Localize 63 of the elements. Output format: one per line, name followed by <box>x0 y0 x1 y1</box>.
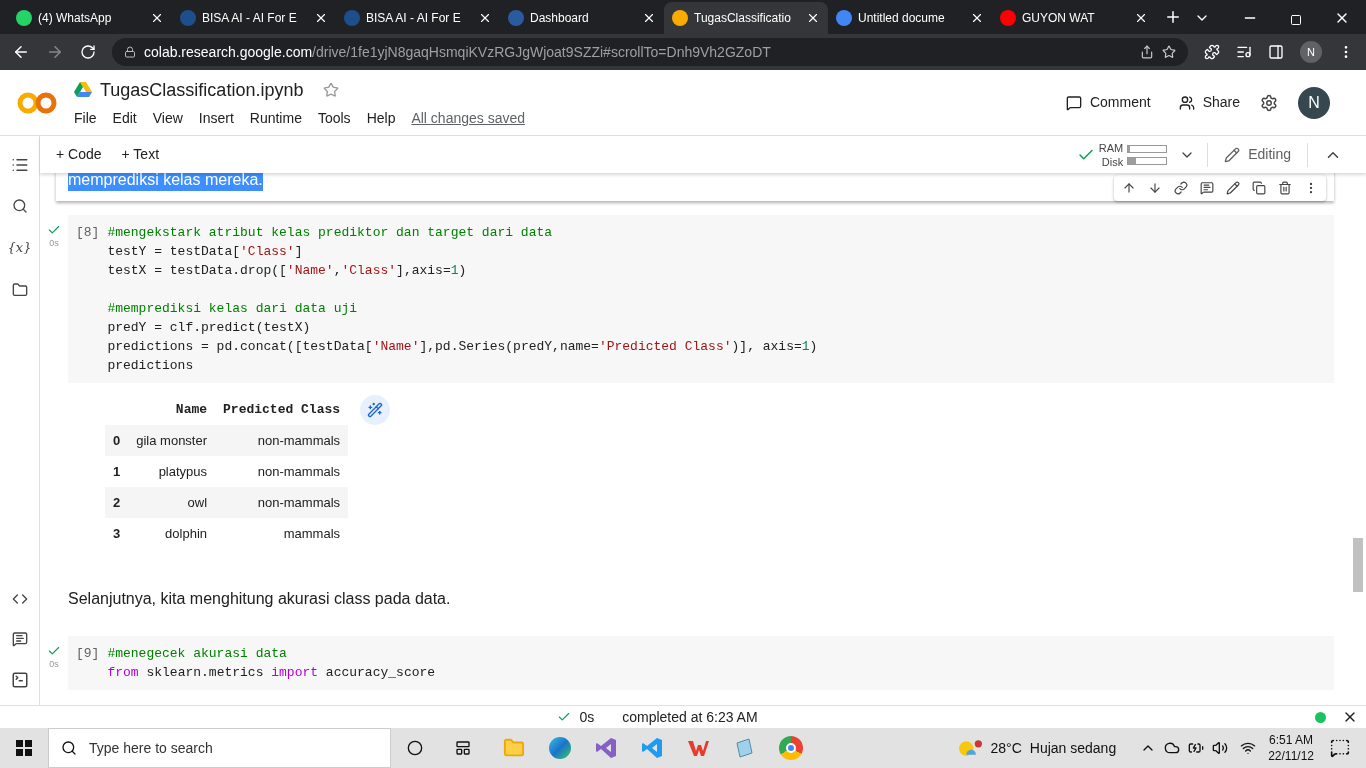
code-line: from sklearn.metrics import accuracy_score <box>107 665 436 680</box>
browser-tab[interactable]: Untitled docume <box>828 2 992 34</box>
add-text-button[interactable]: + Text <box>121 144 160 165</box>
editing-mode-button[interactable]: Editing <box>1208 144 1307 165</box>
table-cell: non-mammals <box>215 456 349 487</box>
browser-tab[interactable]: GUYON WAT <box>992 2 1156 34</box>
row-index: 3 <box>105 518 129 549</box>
address-field[interactable]: colab.research.google.com/drive/1fe1yjN8gaqHsmqiKVzRGJgWjoat9SZZi#scrollTo=Dnh9Vh2GZoDT <box>112 38 1188 66</box>
code-cell[interactable]: [9] #menegecek akurasi data from sklearn.metrics import accuracy_score <box>68 636 1334 690</box>
browser-tab[interactable]: BISA AI - AI For E <box>172 2 336 34</box>
column-header: Name <box>128 395 216 425</box>
code-line: predY = clf.predict(testX) <box>107 320 311 335</box>
temperature: 28°C <box>990 738 1022 758</box>
code-line: testY = testData['Class'] <box>107 244 303 259</box>
menu-item[interactable]: Insert <box>198 107 234 129</box>
share-button[interactable]: Share <box>1170 92 1248 113</box>
run-time: 0s <box>579 707 595 727</box>
run-time: 0s <box>49 658 59 671</box>
table-cell: owl <box>128 487 216 518</box>
variables-icon[interactable]: {x} <box>7 238 32 258</box>
comment-button[interactable]: Comment <box>1057 92 1159 113</box>
column-header: Predicted Class <box>215 395 349 425</box>
taskbar-search-field[interactable]: Type here to search <box>48 728 391 768</box>
table-cell: non-mammals <box>215 487 349 518</box>
table-cell: gila monster <box>128 425 216 456</box>
execution-count: [9] <box>75 645 101 663</box>
code-line: predictions <box>107 358 194 373</box>
browser-tab[interactable]: BISA AI - AI For E <box>336 2 500 34</box>
table-cell: mammals <box>215 518 349 549</box>
row-index: 0 <box>105 425 129 456</box>
row-index: 1 <box>105 456 129 487</box>
code-line: #mengekstark atribut kelas prediktor dan target dari data <box>107 225 553 240</box>
table-cell: non-mammals <box>215 425 349 456</box>
menu-item[interactable]: File <box>74 107 97 129</box>
highlighted-text: memprediksi kelas mereka. <box>68 173 263 191</box>
code-line: testX = testData.drop(['Name','Class'],axis=1) <box>107 263 467 278</box>
browser-tab[interactable]: TugasClassificatio <box>664 2 828 34</box>
user-avatar[interactable]: N <box>1298 86 1330 119</box>
code-line: #menegecek akurasi data <box>107 646 287 661</box>
code-line: #memprediksi kelas dari data uji <box>107 301 358 316</box>
run-time: 0s <box>49 237 59 250</box>
menu-item[interactable]: Edit <box>112 107 137 129</box>
menu-item[interactable]: Tools <box>317 107 351 129</box>
markdown-text: Selanjutnya, kita menghitung akurasi class pada data. <box>68 590 451 607</box>
disk-label: Disk <box>1101 154 1124 169</box>
code-line: predictions = pd.concat([testData['Name'],pd.Series(predY,name='Predicted Class')], axis=1) <box>107 339 818 354</box>
browser-tab[interactable]: Dashboard <box>500 2 664 34</box>
browser-tab[interactable]: (4) WhatsApp <box>8 2 172 34</box>
menu-item[interactable]: Help <box>366 107 396 129</box>
notebook-title[interactable]: TugasClassification.ipynb <box>100 76 304 104</box>
ram-label: RAM <box>1098 140 1124 155</box>
add-code-button[interactable]: + Code <box>56 144 102 165</box>
weather-condition: Hujan sedang <box>1029 738 1117 758</box>
menu-item[interactable]: Runtime <box>249 107 302 129</box>
menu-item[interactable]: View <box>152 107 183 129</box>
save-status-link[interactable]: All changes saved <box>411 107 526 129</box>
status-message: completed at 6:23 AM <box>622 707 758 727</box>
profile-avatar[interactable]: N <box>1300 41 1322 63</box>
table-cell: platypus <box>128 456 216 487</box>
row-index: 2 <box>105 487 129 518</box>
clock[interactable]: 6:51 AM 22/11/12 <box>1268 732 1314 764</box>
table-cell: dolphin <box>128 518 216 549</box>
execution-count: [8] <box>75 224 101 242</box>
